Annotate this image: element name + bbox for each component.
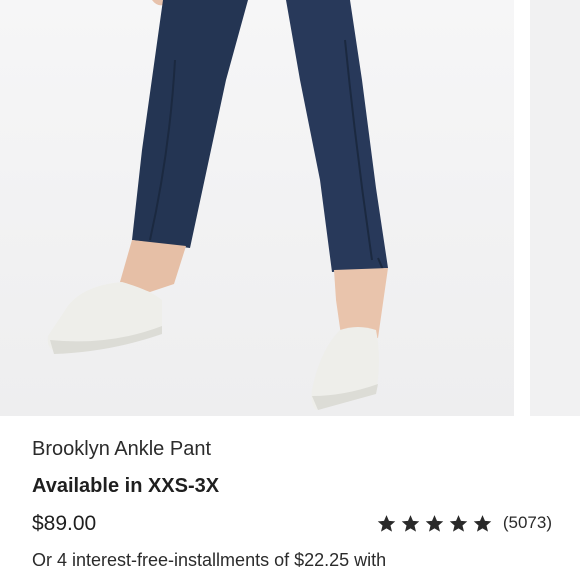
rating-reviews[interactable]: (5073) <box>377 512 552 534</box>
size-availability: Available in XXS-3X <box>32 475 220 497</box>
star-icon <box>425 514 444 533</box>
star-icon <box>449 514 468 533</box>
product-photo[interactable] <box>0 0 514 416</box>
star-icon <box>377 514 396 533</box>
product-image-gallery[interactable] <box>0 0 580 416</box>
star-icon <box>401 514 420 533</box>
star-rating <box>377 514 492 533</box>
star-icon <box>473 514 492 533</box>
product-price: $89.00 <box>32 512 97 535</box>
review-count[interactable]: (5073) <box>503 512 552 534</box>
next-product-photo-peek[interactable] <box>530 0 580 416</box>
installments-text: Or 4 interest-free-installments of $22.2… <box>32 550 387 570</box>
product-title[interactable]: Brooklyn Ankle Pant <box>32 436 211 462</box>
